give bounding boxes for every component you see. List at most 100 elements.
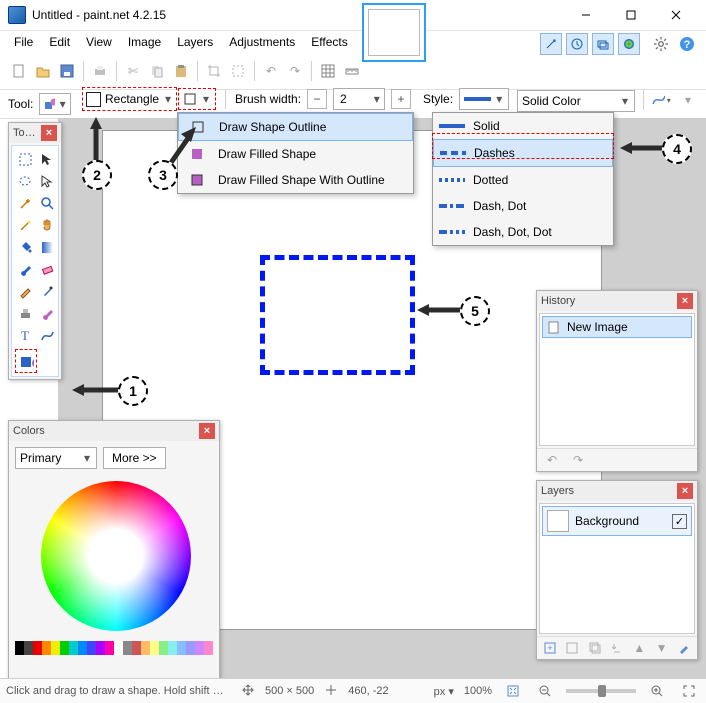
style-dash-dot-dot[interactable]: Dash, Dot, Dot (433, 219, 613, 245)
tool-move-pixels[interactable] (37, 171, 57, 191)
swatch[interactable] (177, 641, 186, 655)
brush-width-input[interactable]: ▾ (333, 88, 385, 110)
fill-selector[interactable]: Solid Color▾ (517, 90, 635, 112)
swatch[interactable] (96, 641, 105, 655)
swatch[interactable] (114, 641, 123, 655)
status-unit[interactable]: px ▾ (434, 685, 454, 698)
print-icon[interactable] (89, 60, 111, 82)
paste-icon[interactable] (170, 60, 192, 82)
menu-adjustments[interactable]: Adjustments (221, 33, 303, 51)
swatch[interactable] (132, 641, 141, 655)
maximize-button[interactable] (608, 1, 653, 29)
swatch[interactable] (159, 641, 168, 655)
swatch[interactable] (123, 641, 132, 655)
menu-item-outline[interactable]: Draw Shape Outline (178, 113, 413, 141)
tool-pan[interactable] (37, 215, 57, 235)
toggle-colors-button[interactable] (618, 33, 640, 55)
crop-icon[interactable] (203, 60, 225, 82)
swatch[interactable] (186, 641, 195, 655)
swatch[interactable] (150, 641, 159, 655)
colors-more-button[interactable]: More >> (103, 447, 166, 469)
layer-up-icon[interactable]: ▲ (630, 637, 648, 659)
settings-icon[interactable] (650, 33, 672, 55)
toggle-tools-button[interactable] (540, 33, 562, 55)
open-icon[interactable] (32, 60, 54, 82)
layers-close-icon[interactable]: × (677, 483, 693, 499)
swatch[interactable] (141, 641, 150, 655)
history-close-icon[interactable]: × (677, 293, 693, 309)
swatch[interactable] (33, 641, 42, 655)
layer-merge-icon[interactable] (608, 637, 626, 659)
overflow-icon[interactable]: ▾ (677, 89, 699, 111)
tool-wand-2[interactable] (15, 215, 35, 235)
swatch[interactable] (87, 641, 96, 655)
swatch[interactable] (204, 641, 213, 655)
tool-brush[interactable] (15, 259, 35, 279)
swatch[interactable] (195, 641, 204, 655)
tool-picker[interactable] (37, 281, 57, 301)
help-icon[interactable]: ? (676, 33, 698, 55)
style-solid[interactable]: Solid (433, 113, 613, 139)
minimize-button[interactable] (563, 1, 608, 29)
grid-icon[interactable] (317, 60, 339, 82)
tool-magic-wand[interactable] (15, 193, 35, 213)
tool-pencil[interactable] (15, 281, 35, 301)
new-icon[interactable] (8, 60, 30, 82)
menu-effects[interactable]: Effects (303, 33, 355, 51)
swatch[interactable] (15, 641, 24, 655)
menu-image[interactable]: Image (120, 33, 169, 51)
redo-icon[interactable]: ↷ (284, 60, 306, 82)
tools-close-icon[interactable]: × (41, 125, 57, 141)
layer-props-icon[interactable] (675, 637, 693, 659)
draw-mode-selector[interactable]: ▾ (178, 88, 216, 110)
history-undo-icon[interactable]: ↶ (541, 449, 563, 471)
layer-item[interactable]: Background ✓ (542, 506, 692, 536)
style-dotted[interactable]: Dotted (433, 167, 613, 193)
layer-delete-icon[interactable] (563, 637, 581, 659)
style-dashes[interactable]: Dashes (433, 139, 613, 167)
menu-item-filled[interactable]: Draw Filled Shape (178, 141, 413, 167)
swatch[interactable] (105, 641, 114, 655)
tool-recolor[interactable] (37, 303, 57, 323)
tool-lasso[interactable] (15, 171, 35, 191)
history-item[interactable]: New Image (542, 316, 692, 338)
menu-layers[interactable]: Layers (169, 33, 221, 51)
fit-window-icon[interactable] (502, 680, 524, 702)
cut-icon[interactable]: ✄ (122, 60, 144, 82)
menu-view[interactable]: View (78, 33, 120, 51)
ruler-icon[interactable] (341, 60, 363, 82)
toggle-history-button[interactable] (566, 33, 588, 55)
tool-line[interactable] (37, 325, 57, 345)
tool-rect-select[interactable] (15, 149, 35, 169)
swatch[interactable] (69, 641, 78, 655)
color-mode-selector[interactable]: Primary▾ (15, 447, 97, 469)
style-selector[interactable]: ▾ (459, 88, 509, 110)
layer-visible-checkbox[interactable]: ✓ (672, 514, 687, 529)
deselect-icon[interactable] (227, 60, 249, 82)
color-palette[interactable] (15, 641, 213, 655)
copy-icon[interactable] (146, 60, 168, 82)
colors-close-icon[interactable]: × (199, 423, 215, 439)
brush-minus-icon[interactable]: − (307, 89, 327, 109)
shape-selector[interactable]: Rectangle ▾ (82, 87, 177, 111)
tool-move-selection[interactable] (37, 149, 57, 169)
curve-icon[interactable]: ▾ (651, 89, 673, 111)
swatch[interactable] (78, 641, 87, 655)
undo-icon[interactable]: ↶ (260, 60, 282, 82)
swatch[interactable] (60, 641, 69, 655)
tool-eraser[interactable] (37, 259, 57, 279)
layer-dup-icon[interactable] (586, 637, 604, 659)
toggle-layers-button[interactable] (592, 33, 614, 55)
tool-bucket[interactable] (15, 237, 35, 257)
swatch[interactable] (168, 641, 177, 655)
layer-add-icon[interactable]: + (541, 637, 559, 659)
zoom-out-icon[interactable] (534, 680, 556, 702)
menu-file[interactable]: File (6, 33, 41, 51)
tool-shapes[interactable] (15, 349, 37, 373)
zoom-in-icon[interactable] (646, 680, 668, 702)
history-redo-icon[interactable]: ↷ (567, 449, 589, 471)
tool-text[interactable]: T (15, 325, 35, 345)
tool-gradient[interactable] (37, 237, 57, 257)
swatch[interactable] (42, 641, 51, 655)
brush-plus-icon[interactable]: + (391, 89, 411, 109)
